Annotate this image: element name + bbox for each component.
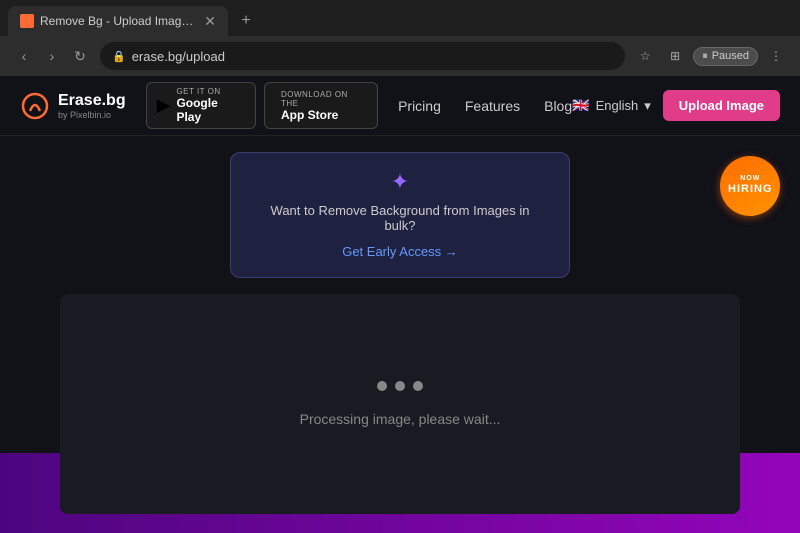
dot-1 — [377, 381, 387, 391]
hiring-badge[interactable]: NOW HIRING — [713, 149, 786, 222]
lock-icon: 🔒 — [112, 50, 126, 63]
logo-area[interactable]: Erase.bg by Pixelbin.io — [20, 91, 126, 121]
paused-badge: ⏸ Paused — [693, 47, 758, 66]
nav-buttons: ‹ › ↻ — [12, 44, 92, 68]
bulk-icon: ✦ — [255, 169, 545, 195]
app-store-text: Download on the App Store — [281, 90, 367, 122]
tab-close-button[interactable]: ✕ — [204, 13, 216, 30]
app-store-badge[interactable]: Download on the App Store — [264, 82, 378, 129]
google-play-get: GET IT ON — [176, 87, 245, 96]
google-play-icon: ▶ — [157, 95, 171, 116]
star-button[interactable]: ☆ — [633, 44, 657, 68]
google-play-name: Google Play — [176, 96, 245, 124]
language-selector[interactable]: 🇬🇧 English ▾ — [572, 97, 651, 114]
processing-area: Processing image, please wait... — [60, 294, 740, 514]
banner-text: Want to Remove Background from Images in… — [255, 203, 545, 233]
features-link[interactable]: Features — [465, 98, 520, 114]
google-play-text: GET IT ON Google Play — [176, 87, 245, 124]
logo-main-text: Erase.bg — [58, 92, 126, 110]
dot-3 — [413, 381, 423, 391]
blog-link[interactable]: Blog — [544, 98, 572, 114]
paused-icon: ⏸ — [702, 50, 708, 63]
dot-2 — [395, 381, 405, 391]
extension-button[interactable]: ⊞ — [663, 44, 687, 68]
browser-chrome: Remove Bg - Upload Images to... ✕ + ‹ › … — [0, 0, 800, 76]
new-tab-button[interactable]: + — [232, 7, 260, 35]
hiring-now-text: NOW — [728, 175, 773, 183]
app-store-get: Download on the — [281, 90, 367, 108]
logo-icon — [20, 91, 50, 121]
tab-bar: Remove Bg - Upload Images to... ✕ + — [0, 0, 800, 36]
reload-button[interactable]: ↻ — [68, 44, 92, 68]
menu-button[interactable]: ⋮ — [764, 44, 788, 68]
hiring-main-text: HIRING — [728, 184, 773, 197]
forward-button[interactable]: › — [40, 44, 64, 68]
app-store-name: App Store — [281, 108, 367, 122]
upload-image-button[interactable]: Upload Image — [663, 90, 780, 121]
url-field[interactable]: 🔒 erase.bg/upload — [100, 42, 625, 70]
early-access-banner: ✦ Want to Remove Background from Images … — [230, 152, 570, 278]
processing-text: Processing image, please wait... — [300, 411, 501, 427]
store-badges: ▶ GET IT ON Google Play Download on the … — [146, 82, 378, 129]
early-access-link[interactable]: Get Early Access → — [342, 244, 458, 259]
language-label: English — [596, 98, 639, 113]
page-content: Erase.bg by Pixelbin.io ▶ GET IT ON Goog… — [0, 76, 800, 533]
address-bar: ‹ › ↻ 🔒 erase.bg/upload ☆ ⊞ ⏸ Paused ⋮ — [0, 36, 800, 76]
pricing-link[interactable]: Pricing — [398, 98, 441, 114]
tab-title: Remove Bg - Upload Images to... — [40, 14, 198, 28]
paused-label: Paused — [712, 50, 749, 62]
url-text: erase.bg/upload — [132, 49, 225, 64]
active-tab[interactable]: Remove Bg - Upload Images to... ✕ — [8, 6, 228, 36]
back-button[interactable]: ‹ — [12, 44, 36, 68]
chevron-down-icon: ▾ — [644, 98, 651, 114]
google-play-badge[interactable]: ▶ GET IT ON Google Play — [146, 82, 256, 129]
flag-icon: 🇬🇧 — [572, 97, 589, 114]
loading-dots — [377, 381, 423, 391]
logo-text-area: Erase.bg by Pixelbin.io — [58, 92, 126, 120]
hiring-badge-inner: NOW HIRING — [728, 175, 773, 197]
nav-links: Pricing Features Blog — [398, 98, 572, 114]
navbar: Erase.bg by Pixelbin.io ▶ GET IT ON Goog… — [0, 76, 800, 136]
browser-actions: ☆ ⊞ ⏸ Paused ⋮ — [633, 44, 788, 68]
tab-favicon — [20, 14, 34, 28]
logo-sub-text: by Pixelbin.io — [58, 110, 126, 120]
